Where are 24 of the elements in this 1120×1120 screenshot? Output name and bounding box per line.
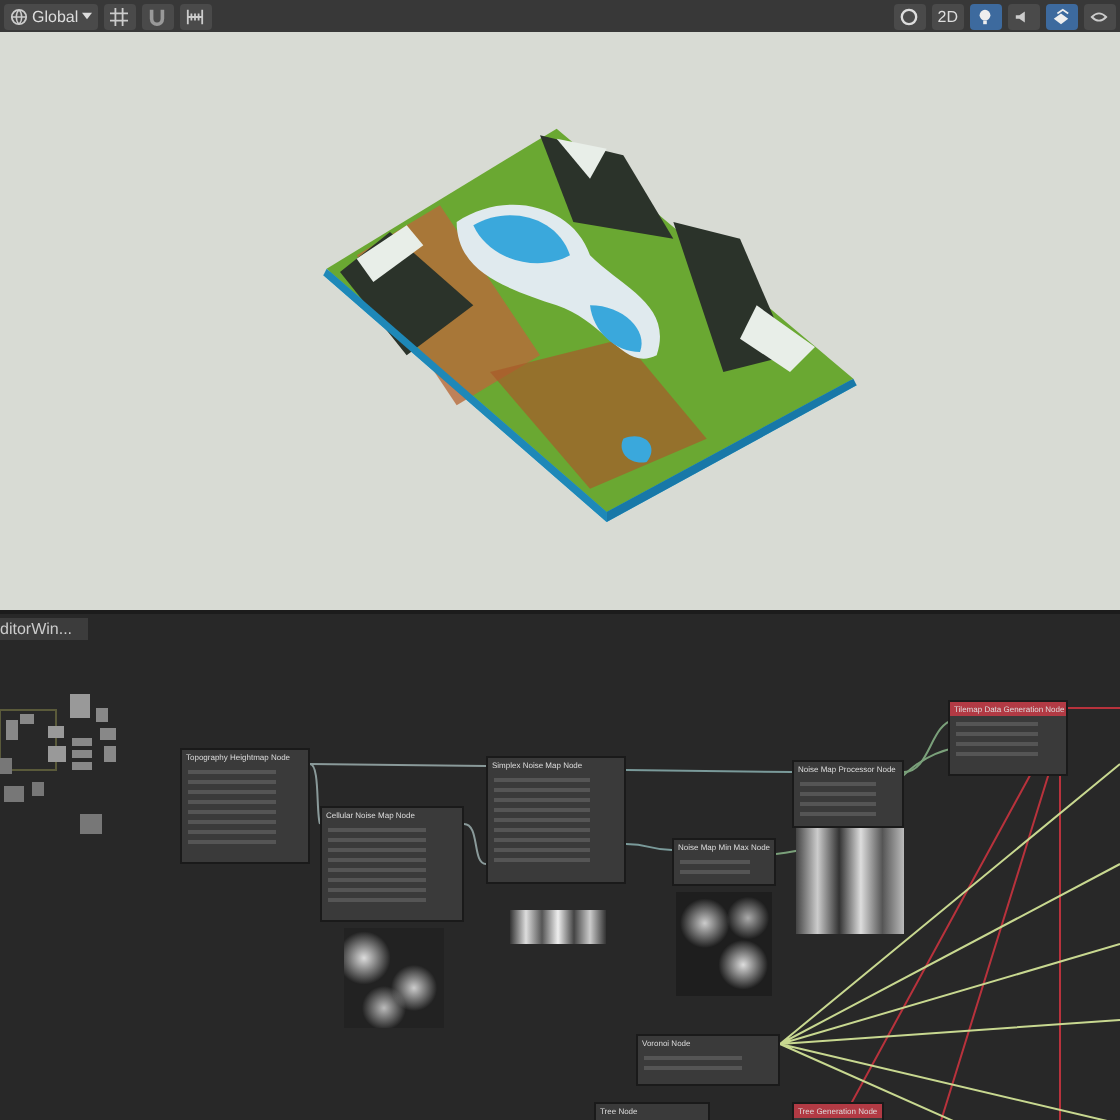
effects-toggle[interactable] — [1046, 3, 1078, 29]
lighting-toggle[interactable] — [970, 3, 1002, 29]
light-bulb-icon — [976, 7, 994, 25]
globe-icon — [10, 7, 28, 25]
magnet-icon — [148, 7, 167, 25]
caret-icon — [82, 12, 93, 20]
noise-preview — [510, 910, 606, 944]
ruler-icon — [186, 7, 205, 25]
pivot-dropdown[interactable]: Global — [4, 3, 99, 29]
editor-window-tab[interactable]: ditorWin... — [0, 618, 88, 640]
2d-toggle[interactable]: 2D — [931, 3, 964, 29]
shading-button[interactable] — [893, 3, 926, 29]
audio-toggle[interactable] — [1008, 3, 1040, 29]
noise-preview — [344, 928, 444, 1028]
layers-icon — [1052, 7, 1070, 25]
noise-preview — [676, 892, 772, 996]
circle-icon — [899, 7, 918, 25]
increment-button[interactable] — [180, 3, 213, 29]
grid-button[interactable] — [104, 3, 137, 29]
grid-icon — [110, 7, 129, 25]
hidden-objects-toggle[interactable] — [1084, 3, 1116, 29]
noise-preview — [796, 828, 904, 934]
snap-button[interactable] — [142, 3, 175, 29]
eye-icon — [1090, 7, 1108, 25]
